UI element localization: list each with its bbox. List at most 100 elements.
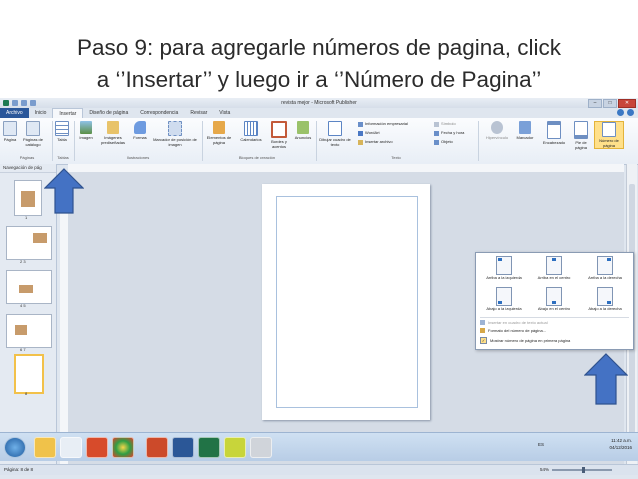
start-button-icon[interactable] (4, 437, 26, 458)
slide-title-line1: Paso 9: para agregarle números de pagina… (76, 35, 562, 60)
option-abajo-derecha[interactable]: Abajo a la derecha (580, 287, 630, 311)
insertar-cuadro-texto-actual[interactable]: Insertar en cuadro de texto actual (480, 320, 548, 325)
objeto-button[interactable]: Objeto (434, 139, 453, 145)
option-arriba-centro[interactable]: Arriba en el centro (530, 256, 578, 280)
thumbnail-image (19, 285, 33, 293)
info-label: Información empresarial (365, 121, 408, 126)
tabla-button[interactable]: Tabla (55, 121, 69, 142)
clipart-icon (107, 121, 119, 134)
bordes-acentos-button[interactable]: Bordes y acentos (268, 121, 290, 149)
excel-icon[interactable] (198, 437, 220, 458)
simbolo-button[interactable]: Símbolo (434, 121, 456, 127)
page-thumbnail-6-7[interactable] (6, 314, 52, 348)
opera-icon[interactable] (60, 437, 82, 458)
document-page[interactable] (262, 184, 430, 420)
mostrar-numero-primera-pagina[interactable]: ✓ Mostrar número de página en primera pá… (480, 337, 570, 344)
pagina-label: Página (3, 137, 17, 142)
zoom-level: 54% (540, 467, 550, 472)
catalog-page-icon (26, 121, 40, 136)
page-thumbnail-8-selected[interactable] (14, 354, 44, 394)
option-label: Mostrar número de página en primera pági… (490, 338, 571, 343)
checkmark-icon: ✓ (480, 337, 487, 344)
page-thumbnail-4-5[interactable] (6, 270, 52, 304)
option-abajo-centro[interactable]: Abajo en el centro (530, 287, 578, 311)
paint-icon[interactable] (250, 437, 272, 458)
file-explorer-icon[interactable] (34, 437, 56, 458)
maximize-button[interactable]: □ (603, 99, 617, 108)
status-bar: Página: 8 de 8 54% (0, 464, 638, 475)
tab-correspondencia[interactable]: Correspondencia (134, 108, 184, 118)
powerpoint-icon[interactable] (146, 437, 168, 458)
zoom-slider[interactable] (552, 467, 613, 473)
imagenes-prediseñadas-button[interactable]: Imágenes prediseñadas (99, 121, 127, 145)
numero-pagina-button[interactable]: Número de página (594, 121, 624, 149)
pagina-button[interactable]: Página (3, 121, 17, 142)
marcador-posicion-button[interactable]: Marcador de posición de imagen (153, 121, 197, 147)
insertar-archivo-button[interactable]: Insertar archivo (358, 139, 393, 145)
zoom-slider-handle[interactable] (582, 467, 586, 473)
close-button[interactable]: ✕ (618, 99, 636, 108)
slide-title-line2: a ‘’Insertar’’ y luego ir a ‘’Número de … (96, 67, 542, 92)
chrome-icon[interactable] (112, 437, 134, 458)
option-arriba-izquierda[interactable]: Arriba a la izquierda (480, 256, 528, 280)
table-icon (55, 121, 69, 136)
page-preview-icon (546, 287, 562, 306)
anuncios-button[interactable]: Anuncios (292, 121, 314, 140)
page-preview-icon (496, 256, 512, 275)
imagen-button[interactable]: Imagen (77, 121, 95, 140)
elementos-pagina-button[interactable]: Elementos de página (205, 121, 233, 145)
simbolo-label: Símbolo (441, 121, 456, 126)
fecha-hora-button[interactable]: Fecha y hora (434, 130, 464, 136)
page-thumbnail-1[interactable] (14, 180, 42, 216)
informacion-empresarial-button[interactable]: Información empresarial (358, 121, 408, 127)
bordes-label: Bordes y acentos (271, 139, 287, 149)
marcador-button[interactable]: Marcador (514, 121, 536, 140)
wordart-button[interactable]: WordArt (358, 130, 380, 136)
tab-revisar[interactable]: Revisar (184, 108, 213, 118)
language-indicator[interactable]: ES (538, 441, 544, 448)
picture-icon (80, 121, 92, 134)
slide-title: Paso 9: para agregarle números de pagina… (0, 32, 638, 96)
option-label: Formato del número de página... (488, 328, 547, 333)
calendarios-button[interactable]: Calendarios (236, 121, 266, 142)
help-icon[interactable] (627, 109, 634, 116)
arrow-up-icon (584, 353, 628, 405)
page-margin-guide (276, 196, 418, 408)
fecha-hora-label: Fecha y hora (441, 130, 465, 135)
pie-label: Pie de página (574, 140, 587, 150)
window-title: revista mejor - Microsoft Publisher (281, 100, 357, 106)
picture-placeholder-icon (168, 121, 182, 136)
ribbon-collapse-icon[interactable] (617, 109, 624, 116)
thumbnail-image (15, 325, 27, 335)
marcador-label: Marcador de posición de imagen (153, 137, 197, 147)
paginas-catalogo-button[interactable]: Páginas de catálogo (20, 121, 46, 147)
zoom-control[interactable]: 54% (540, 465, 613, 475)
thumbnail-image (33, 233, 47, 243)
formas-button[interactable]: Formas (131, 121, 149, 140)
tab-archivo[interactable]: Archivo (0, 108, 29, 118)
page-thumbnail-2-3[interactable] (6, 226, 52, 260)
publisher-taskbar-icon[interactable] (224, 437, 246, 458)
tab-inicio[interactable]: Inicio (29, 108, 53, 118)
dibujar-cuadro-texto-button[interactable]: Dibujar cuadro de texto (318, 121, 352, 147)
tab-diseno-pagina[interactable]: Diseño de página (83, 108, 134, 118)
page-preview-icon (597, 287, 613, 306)
formato-numero-pagina[interactable]: Formato del número de página... (480, 328, 546, 333)
word-icon[interactable] (172, 437, 194, 458)
business-info-icon (358, 121, 363, 127)
hipervinculo-button[interactable]: Hipervínculo (482, 121, 512, 140)
tab-vista[interactable]: Vista (213, 108, 236, 118)
wordart-label: WordArt (365, 130, 380, 135)
pie-pagina-button[interactable]: Pie de página (570, 121, 592, 150)
page-number-dropdown: Arriba a la izquierda Arriba en el centr… (475, 252, 634, 350)
option-arriba-derecha[interactable]: Arriba a la derecha (580, 256, 630, 280)
ribbon-tabs: Archivo Inicio Insertar Diseño de página… (0, 108, 638, 118)
advertisements-icon (297, 121, 309, 134)
tab-insertar[interactable]: Insertar (52, 108, 84, 118)
option-abajo-izquierda[interactable]: Abajo a la izquierda (480, 287, 528, 311)
minimize-button[interactable]: – (588, 99, 602, 108)
borders-icon (271, 121, 287, 138)
insert-file-icon (358, 139, 363, 145)
encabezado-button[interactable]: Encabezado (540, 121, 568, 145)
media-player-icon[interactable] (86, 437, 108, 458)
